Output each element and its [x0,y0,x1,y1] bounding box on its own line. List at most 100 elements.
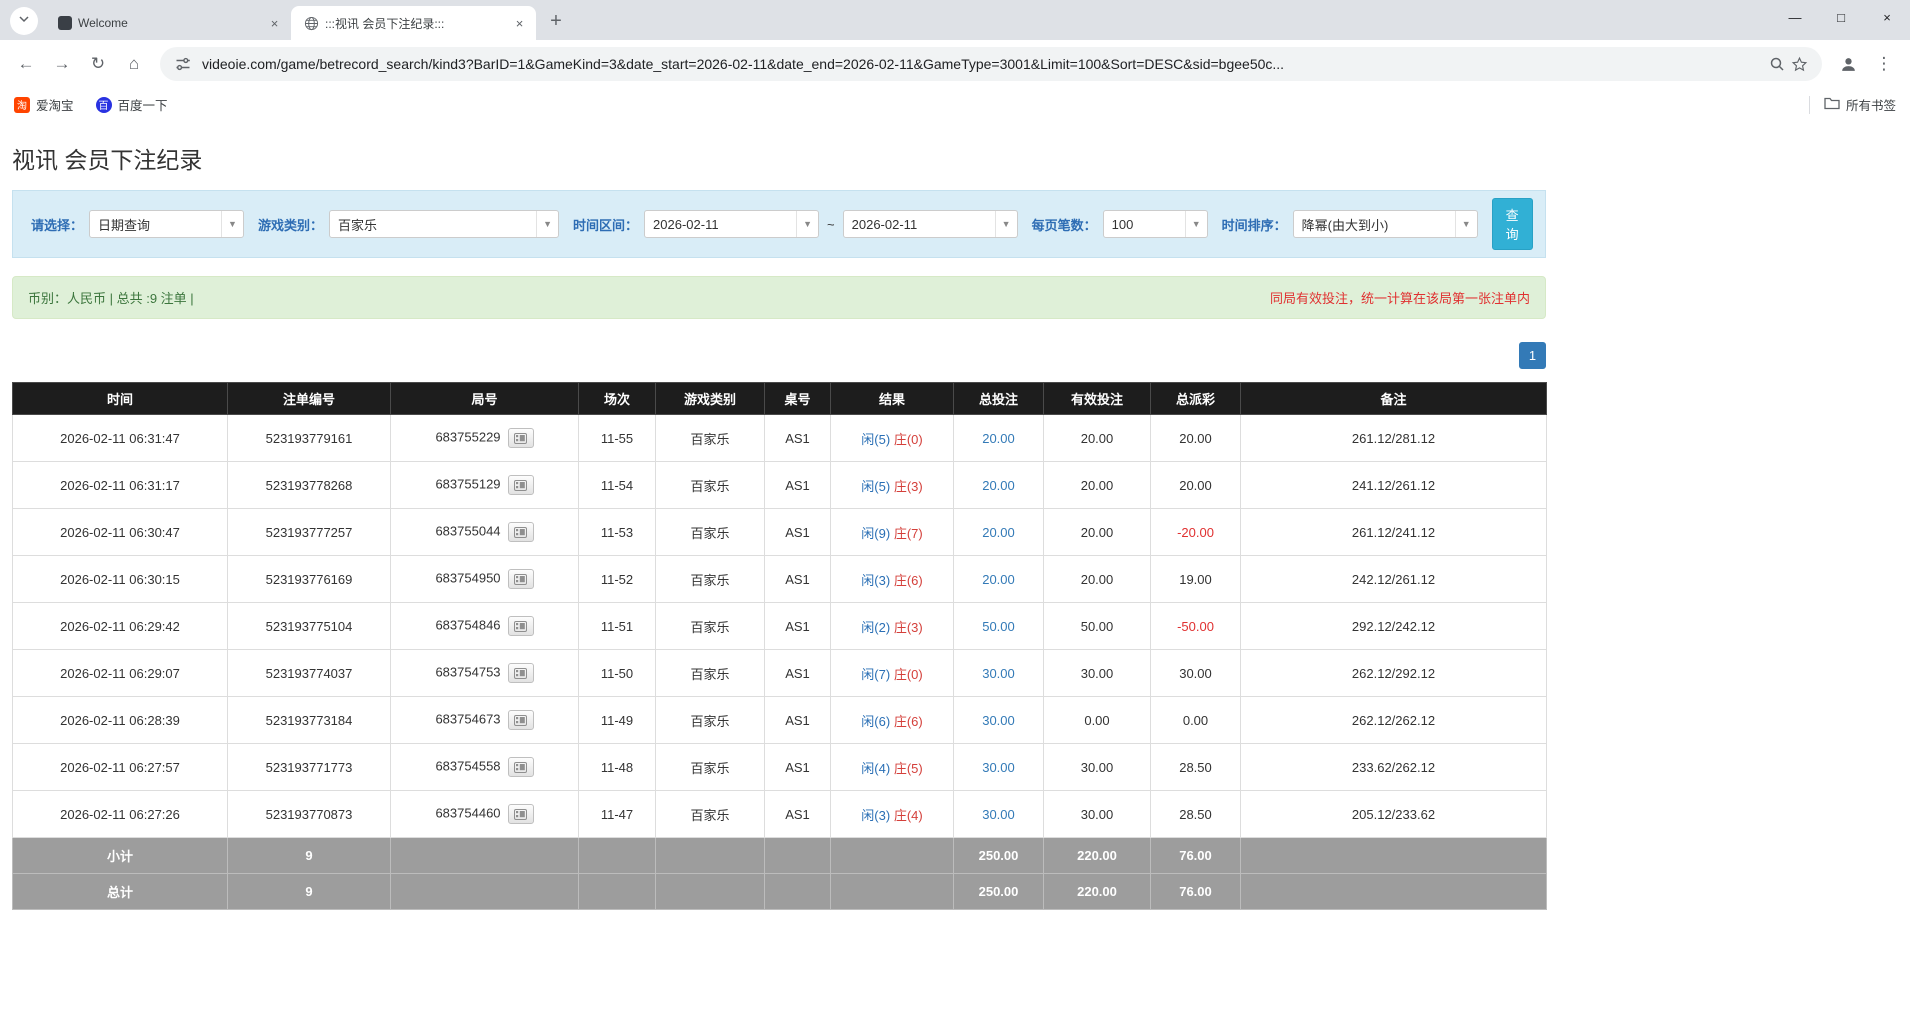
payout-value: 30.00 [1179,666,1212,681]
date-end-select[interactable]: 2026-02-11 ▼ [843,210,1018,238]
footer-cell: 220.00 [1044,838,1151,874]
page-content: 视讯 会员下注纪录 请选择： 日期查询 ▼ 游戏类别： 百家乐 ▼ 时间区间： … [12,141,1546,910]
total-bet-link[interactable]: 30.00 [982,760,1015,775]
cell-result: 闲(9) 庄(7) [831,509,954,556]
tab-search-button[interactable] [10,7,38,35]
footer-cell: 220.00 [1044,874,1151,910]
cell-valid-bet: 50.00 [1044,603,1151,650]
profile-icon[interactable] [1833,49,1863,79]
cell-total-bet: 20.00 [954,556,1044,603]
forward-button[interactable]: → [47,49,77,79]
all-bookmarks-button[interactable]: 所有书签 [1824,95,1896,114]
video-replay-button[interactable] [508,569,534,589]
total-bet-link[interactable]: 30.00 [982,713,1015,728]
chevron-down-icon: ▼ [1455,211,1477,237]
table-row: 2026-02-11 06:27:57523193771773683754558… [13,744,1547,791]
video-replay-button[interactable] [508,616,534,636]
home-button[interactable]: ⌂ [119,49,149,79]
chevron-down-icon: ▼ [536,211,558,237]
total-bet-link[interactable]: 50.00 [982,619,1015,634]
cell-table-no: AS1 [765,509,831,556]
table-header-row: 时间注单编号局号场次游戏类别桌号结果总投注有效投注总派彩备注 [13,383,1547,415]
video-replay-button[interactable] [508,804,534,824]
table-row: 2026-02-11 06:27:26523193770873683754460… [13,791,1547,838]
video-replay-button[interactable] [508,757,534,777]
bookmark-aitaobao[interactable]: 淘 爱淘宝 [14,95,74,114]
cell-table-no: AS1 [765,650,831,697]
tab-close-icon[interactable]: × [266,15,283,32]
cell-bet-id: 523193777257 [228,509,391,556]
url-bar[interactable]: videoie.com/game/betrecord_search/kind3?… [160,47,1822,81]
bookmark-star-icon[interactable] [1788,53,1810,75]
table-row: 2026-02-11 06:30:15523193776169683754950… [13,556,1547,603]
date-start-select[interactable]: 2026-02-11 ▼ [644,210,819,238]
column-header: 局号 [391,383,579,415]
site-settings-icon[interactable] [172,53,194,75]
baidu-icon: 百 [96,97,112,113]
cell-remark: 242.12/261.12 [1241,556,1547,603]
cell-bet-id: 523193773184 [228,697,391,744]
reload-button[interactable]: ↻ [83,49,113,79]
zoom-icon[interactable] [1766,53,1788,75]
menu-kebab-icon[interactable]: ⋮ [1869,49,1899,79]
page-1-button[interactable]: 1 [1519,342,1546,369]
cell-payout: 20.00 [1151,462,1241,509]
browser-chrome: Welcome × :::视讯 会员下注纪录::: × + — □ × ← → … [0,0,1910,121]
cell-total-bet: 30.00 [954,650,1044,697]
tab-close-icon[interactable]: × [511,15,528,32]
video-replay-button[interactable] [508,710,534,730]
column-header: 结果 [831,383,954,415]
taobao-icon: 淘 [14,97,30,113]
cell-bet-id: 523193778268 [228,462,391,509]
tab-welcome[interactable]: Welcome × [46,6,291,40]
cell-remark: 261.12/241.12 [1241,509,1547,556]
minimize-button[interactable]: — [1772,0,1818,34]
footer-cell: 小计 [13,838,228,874]
total-bet-link[interactable]: 30.00 [982,807,1015,822]
video-replay-button[interactable] [508,475,534,495]
query-type-label: 请选择： [31,215,83,234]
tab-betrecord[interactable]: :::视讯 会员下注纪录::: × [291,6,536,40]
cell-game-kind: 百家乐 [656,509,765,556]
cell-round: 683754673 [391,697,579,744]
round-number: 683755129 [435,476,500,491]
cell-payout: 0.00 [1151,697,1241,744]
result-banker: 庄(4) [894,808,923,823]
maximize-button[interactable]: □ [1818,0,1864,34]
cell-game-kind: 百家乐 [656,650,765,697]
window-close-button[interactable]: × [1864,0,1910,34]
cell-time: 2026-02-11 06:29:42 [13,603,228,650]
sort-select[interactable]: 降幂(由大到小) ▼ [1293,210,1478,238]
query-type-select[interactable]: 日期查询 ▼ [89,210,244,238]
cell-session: 11-52 [579,556,656,603]
back-button[interactable]: ← [11,49,41,79]
footer-cell: 总计 [13,874,228,910]
total-bet-link[interactable]: 20.00 [982,572,1015,587]
cell-table-no: AS1 [765,603,831,650]
total-bet-link[interactable]: 20.00 [982,431,1015,446]
sort-label: 时间排序： [1222,215,1287,234]
cell-game-kind: 百家乐 [656,462,765,509]
new-tab-button[interactable]: + [542,7,570,35]
chevron-down-icon: ▼ [796,211,818,237]
folder-icon [1824,96,1840,113]
per-page-select[interactable]: 100 ▼ [1103,210,1208,238]
video-replay-button[interactable] [508,663,534,683]
game-kind-select[interactable]: 百家乐 ▼ [329,210,559,238]
video-replay-button[interactable] [508,428,534,448]
video-replay-button[interactable] [508,522,534,542]
search-button[interactable]: 查询 [1492,198,1533,250]
column-header: 总派彩 [1151,383,1241,415]
bookmark-baidu[interactable]: 百 百度一下 [96,95,168,114]
total-bet-link[interactable]: 30.00 [982,666,1015,681]
total-bet-link[interactable]: 20.00 [982,525,1015,540]
cell-valid-bet: 30.00 [1044,744,1151,791]
page-title: 视讯 会员下注纪录 [12,141,1546,175]
cell-payout: 19.00 [1151,556,1241,603]
total-bet-link[interactable]: 20.00 [982,478,1015,493]
cell-table-no: AS1 [765,556,831,603]
result-player: 闲(3) [861,808,890,823]
cell-game-kind: 百家乐 [656,556,765,603]
cell-result: 闲(6) 庄(6) [831,697,954,744]
cell-round: 683755044 [391,509,579,556]
